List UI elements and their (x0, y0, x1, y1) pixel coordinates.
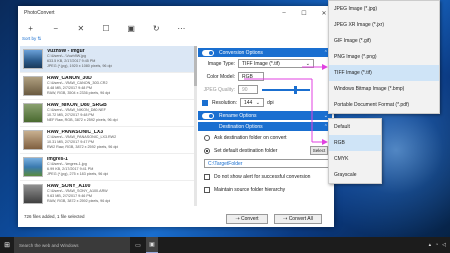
network-icon[interactable]: ◔ (435, 242, 438, 248)
windows-start-icon[interactable]: ⊞ (0, 237, 14, 253)
system-tray: ▴ ◔ ◁ (429, 242, 450, 248)
arrow-head (322, 64, 328, 70)
photoconvert-taskbar-icon[interactable]: ▣ (146, 237, 158, 253)
notification-icon[interactable]: ▴ (429, 242, 432, 248)
task-view-icon[interactable]: ▭ (132, 237, 144, 253)
volume-icon[interactable]: ◁ (442, 242, 446, 248)
callout-arrows (244, 64, 328, 145)
taskbar: ⊞ Search the web and Windows ▭ ▣ ▴ ◔ ◁ (0, 237, 450, 253)
taskbar-search[interactable]: Search the web and Windows (14, 237, 130, 253)
arrow-head (322, 139, 328, 145)
